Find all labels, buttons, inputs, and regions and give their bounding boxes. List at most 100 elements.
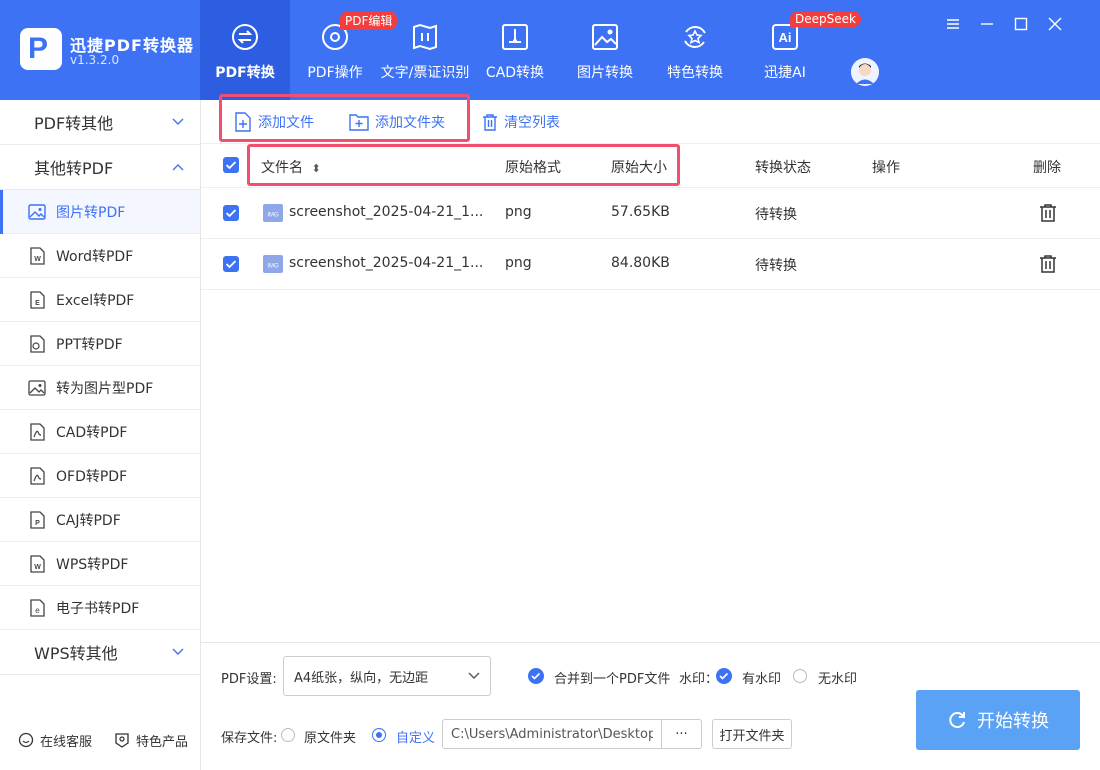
header-status: 转换状态 xyxy=(755,160,811,176)
add-file-icon xyxy=(235,112,251,132)
app-version: v1.3.2.0 xyxy=(70,53,120,67)
browse-button[interactable]: ··· xyxy=(662,719,702,749)
sidebar-item-ebook-to-pdf[interactable]: e 电子书转PDF xyxy=(0,586,200,630)
header-filename[interactable]: 文件名 ⬍ xyxy=(261,157,321,177)
toolbar: 添加文件 添加文件夹 清空列表 xyxy=(201,100,1100,144)
close-icon xyxy=(1048,17,1062,31)
hamburger-icon xyxy=(947,19,959,29)
trash-icon xyxy=(483,114,497,131)
nav-label: 文字/票证识别 xyxy=(380,65,470,81)
group-label: 其他转PDF xyxy=(34,159,114,178)
title-bar: P 迅捷PDF转换器 v1.3.2.0 PDF转换 PDF操作 PDF编辑 文字… xyxy=(0,0,1100,100)
add-folder-button[interactable]: 添加文件夹 xyxy=(349,112,445,132)
save-original-radio[interactable] xyxy=(281,728,295,742)
caj-file-icon: P xyxy=(30,510,45,529)
chevron-down-icon xyxy=(172,648,184,655)
pdf-file-icon xyxy=(30,466,45,485)
clear-list-button[interactable]: 清空列表 xyxy=(482,112,560,132)
file-size: 57.65KB xyxy=(611,204,670,220)
sidebar-item-label: 转为图片型PDF xyxy=(56,380,154,397)
group-label: PDF转其他 xyxy=(34,114,114,133)
start-convert-button[interactable]: 开始转换 xyxy=(916,690,1080,750)
nav-special[interactable]: 特色转换 xyxy=(650,0,740,100)
menu-button[interactable] xyxy=(940,14,966,34)
pdf-file-icon xyxy=(30,422,45,441)
online-service-button[interactable]: 在线客服 xyxy=(18,731,92,750)
nav-label: CAD转换 xyxy=(485,65,545,81)
sidebar-item-word-to-pdf[interactable]: W Word转PDF xyxy=(0,234,200,278)
pdf-settings-select[interactable]: A4纸张，纵向，无边距 xyxy=(283,656,491,696)
chevron-down-icon xyxy=(172,118,184,125)
nav-label: 图片转换 xyxy=(577,65,633,81)
sidebar-item-to-image-pdf[interactable]: 转为图片型PDF xyxy=(0,366,200,410)
refresh-icon xyxy=(949,712,965,729)
watermark-no-radio[interactable] xyxy=(793,669,807,683)
svg-text:Ai: Ai xyxy=(779,30,792,45)
sidebar-item-caj-to-pdf[interactable]: P CAJ转PDF xyxy=(0,498,200,542)
nav-image[interactable]: 图片转换 xyxy=(560,0,650,100)
sidebar-item-ppt-to-pdf[interactable]: PPT转PDF xyxy=(0,322,200,366)
nav-label: 迅捷AI xyxy=(764,65,806,81)
sidebar-item-label: Word转PDF xyxy=(56,248,134,265)
row-checkbox[interactable] xyxy=(223,205,239,221)
image-file-icon: IMG xyxy=(263,204,283,222)
add-file-button[interactable]: 添加文件 xyxy=(234,112,314,132)
sort-icon: ⬍ xyxy=(311,162,321,175)
file-type-text: IMG xyxy=(267,213,279,219)
svg-text:P: P xyxy=(35,520,40,527)
delete-icon[interactable] xyxy=(1038,254,1058,274)
group-label: WPS转其他 xyxy=(34,644,118,663)
sidebar-group-wps-to-other[interactable]: WPS转其他 xyxy=(0,630,200,675)
pdf-settings-label: PDF设置: xyxy=(221,672,277,687)
chevron-down-icon xyxy=(468,672,480,679)
nav-label: 特色转换 xyxy=(667,65,723,81)
scan-icon xyxy=(413,23,437,51)
sidebar-item-label: WPS转PDF xyxy=(56,556,129,573)
header-action: 操作 xyxy=(872,160,900,176)
sidebar-item-wps-to-pdf[interactable]: W WPS转PDF xyxy=(0,542,200,586)
sidebar-item-ofd-to-pdf[interactable]: OFD转PDF xyxy=(0,454,200,498)
nav-pdf-operations[interactable]: PDF操作 PDF编辑 xyxy=(290,0,398,100)
wps-file-icon: W xyxy=(30,554,45,573)
svg-text:e: e xyxy=(35,606,40,615)
select-all-checkbox[interactable] xyxy=(223,157,239,173)
minimize-button[interactable] xyxy=(974,14,1000,34)
save-custom-radio[interactable] xyxy=(372,728,386,742)
sidebar-item-label: 电子书转PDF xyxy=(56,600,140,617)
nav-pdf-convert[interactable]: PDF转换 xyxy=(200,0,290,100)
delete-icon[interactable] xyxy=(1038,203,1058,223)
check-icon xyxy=(225,161,237,170)
sidebar-group-pdf-to-other[interactable]: PDF转其他 xyxy=(0,100,200,145)
check-icon xyxy=(225,260,237,269)
nav-cad[interactable]: CAD转换 xyxy=(470,0,560,100)
sidebar-group-other-to-pdf[interactable]: 其他转PDF xyxy=(0,145,200,190)
sidebar-footer: 在线客服 特色产品 xyxy=(0,720,200,760)
special-products-button[interactable]: 特色产品 xyxy=(114,731,188,750)
nav-label: PDF转换 xyxy=(215,65,275,81)
nav-ai[interactable]: Ai 迅捷AI DeepSeek xyxy=(740,0,861,100)
open-folder-button[interactable]: 打开文件夹 xyxy=(712,719,792,749)
save-path-input[interactable] xyxy=(442,719,662,749)
table-row: IMG screenshot_2025-04-21_1... png 57.65… xyxy=(201,188,1100,239)
close-button[interactable] xyxy=(1042,14,1068,34)
badge-icon xyxy=(115,733,129,748)
sidebar-item-excel-to-pdf[interactable]: E Excel转PDF xyxy=(0,278,200,322)
logo-letter: P xyxy=(28,32,49,65)
sidebar-item-label: OFD转PDF xyxy=(56,468,128,485)
svg-text:W: W xyxy=(34,564,41,571)
merge-checkbox[interactable] xyxy=(528,668,544,684)
image-icon xyxy=(592,24,618,50)
maximize-button[interactable] xyxy=(1008,14,1034,34)
user-avatar[interactable] xyxy=(851,58,879,86)
sidebar-item-label: 图片转PDF xyxy=(56,204,126,221)
header-size: 原始大小 xyxy=(611,160,667,176)
check-icon xyxy=(531,672,541,680)
sidebar-item-label: CAJ转PDF xyxy=(56,512,121,529)
maximize-icon xyxy=(1014,17,1028,31)
watermark-yes-radio[interactable] xyxy=(716,668,732,684)
file-status: 待转换 xyxy=(755,258,797,274)
nav-ocr[interactable]: 文字/票证识别 xyxy=(380,0,470,100)
sidebar-item-image-to-pdf[interactable]: 图片转PDF xyxy=(0,190,200,234)
sidebar-item-cad-to-pdf[interactable]: CAD转PDF xyxy=(0,410,200,454)
row-checkbox[interactable] xyxy=(223,256,239,272)
